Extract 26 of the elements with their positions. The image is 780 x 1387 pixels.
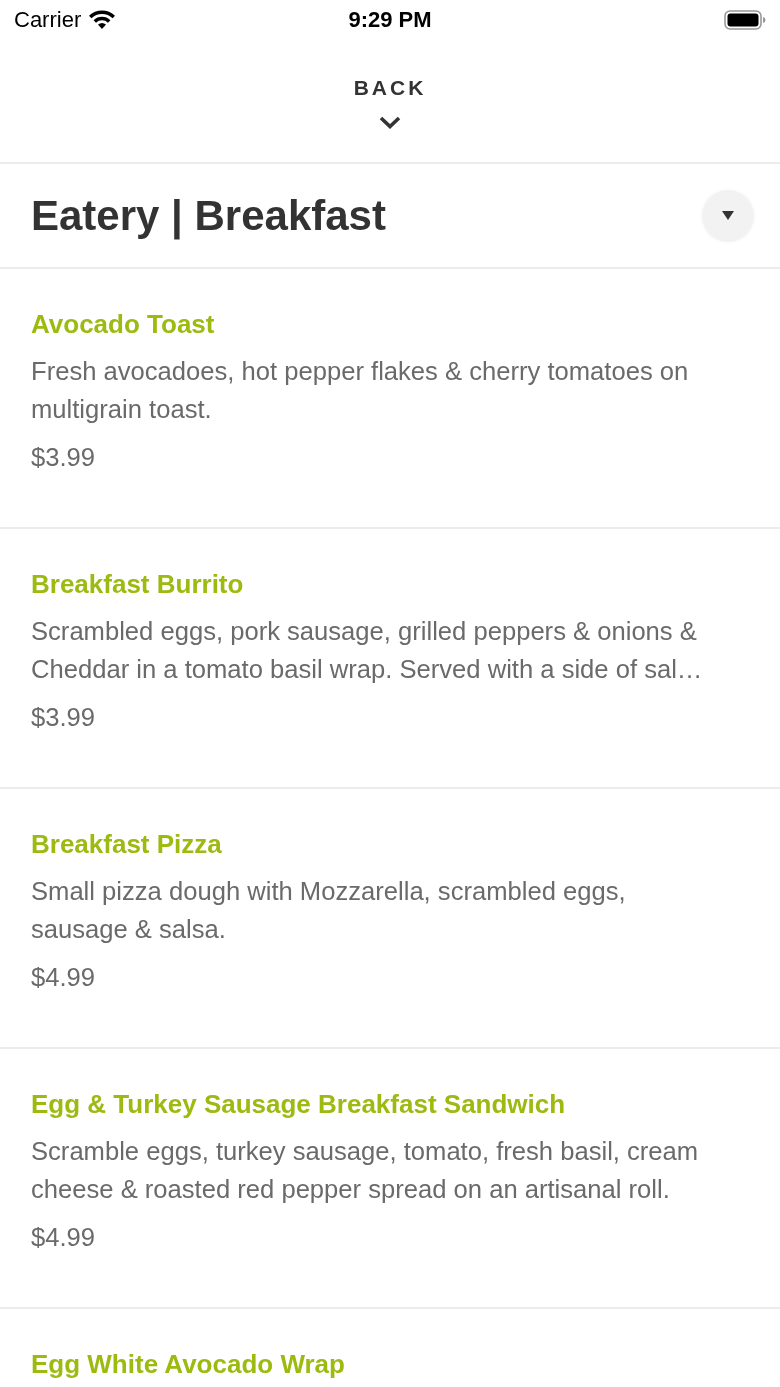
caret-icon bbox=[722, 211, 734, 220]
menu-item[interactable]: Avocado Toast Fresh avocadoes, hot pepper flakes & cherry tomatoes on multigrain toast. $3.99 bbox=[0, 269, 780, 529]
item-name: Breakfast Pizza bbox=[31, 828, 223, 861]
item-name: Egg & Turkey Sausage Breakfast Sandwich bbox=[31, 1088, 567, 1121]
menu-item[interactable]: Breakfast Pizza Small pizza dough with Mozzarella, scrambled eggs, sausage & salsa. $4.99 bbox=[0, 789, 780, 1049]
battery-icon bbox=[724, 10, 766, 30]
item-description: Scramble eggs, turkey sausage, tomato, fresh basil, cream cheese & roasted red pepper spread on an artisanal roll. bbox=[31, 1136, 700, 1205]
item-price: $3.99 bbox=[31, 442, 97, 473]
item-name: Breakfast Burrito bbox=[31, 568, 245, 601]
item-name: Egg White Avocado Wrap bbox=[31, 1348, 346, 1381]
item-name: Avocado Toast bbox=[31, 308, 216, 341]
menu-item[interactable]: Egg & Turkey Sausage Breakfast Sandwich Scramble eggs, turkey sausage, tomato, fresh basil, cream cheese & roasted red pepper spread on an artisanal roll. $4.99 bbox=[0, 1049, 780, 1309]
item-description: Scrambled eggs, pork sausage, grilled peppers & onions & Cheddar in a tomato basil wrap. Served with a side of sal… bbox=[31, 616, 704, 685]
item-description: Fresh avocadoes, hot pepper flakes & cherry tomatoes on multigrain toast. bbox=[31, 356, 690, 425]
dropdown-button[interactable] bbox=[702, 189, 754, 242]
clock-time: 9:29 PM bbox=[348, 7, 432, 33]
item-price: $4.99 bbox=[31, 1222, 97, 1253]
menu-item[interactable]: Breakfast Burrito Scrambled eggs, pork sausage, grilled peppers & onions & Cheddar in a tomato basil wrap. Served with a side of sal… $3.99 bbox=[0, 529, 780, 789]
wifi-icon bbox=[88, 10, 117, 30]
chevron-down-icon bbox=[379, 116, 401, 129]
back-button[interactable]: BACK bbox=[353, 75, 427, 129]
item-description: Small pizza dough with Mozzarella, scrambled eggs, sausage & salsa. bbox=[31, 876, 627, 945]
item-price: $4.99 bbox=[31, 962, 97, 993]
carrier-name: Carrier bbox=[14, 7, 82, 33]
page-title: Eatery | Breakfast bbox=[31, 191, 386, 240]
item-price: $3.99 bbox=[31, 702, 97, 733]
